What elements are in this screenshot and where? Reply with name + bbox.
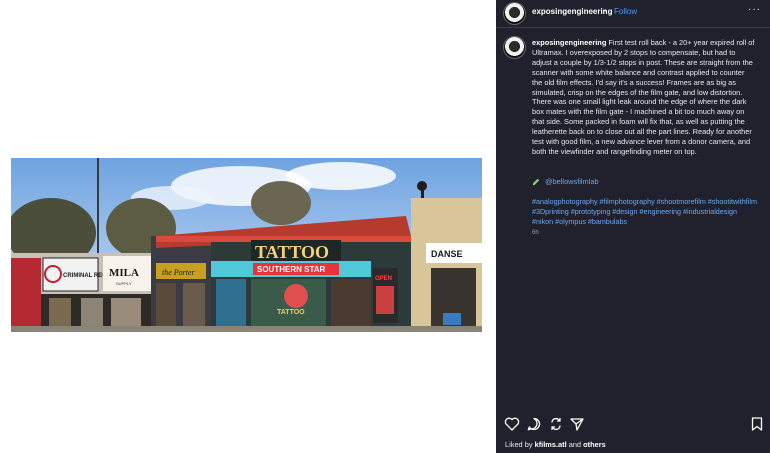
sign-porter: the Porter xyxy=(162,268,196,277)
sign-tattoo: TATTOO xyxy=(255,242,329,262)
post-header: exposingengineering • Follow ··· xyxy=(496,0,770,26)
sign-mila: MILA xyxy=(109,267,139,279)
bookmark-icon[interactable] xyxy=(749,416,765,432)
liked-user[interactable]: kfilms.atl xyxy=(535,440,567,449)
sign-tattoo-window: TATTOO xyxy=(277,309,305,316)
post-caption: exposingengineering First test roll back… xyxy=(532,38,756,157)
liked-prefix: Liked by xyxy=(505,440,533,449)
liked-others[interactable]: others xyxy=(583,440,606,449)
post-sidebar: exposingengineering • Follow ··· exposin… xyxy=(496,0,770,453)
caption-text: First test roll back - a 20+ year expire… xyxy=(532,38,755,156)
heart-icon[interactable] xyxy=(504,416,520,432)
liked-and: and xyxy=(568,440,582,449)
post-photo[interactable]: CRIMINAL RECORDS MILA SUPPLY the Porter … xyxy=(11,158,482,332)
repost-icon[interactable] xyxy=(548,416,564,432)
post-time: 6h xyxy=(532,230,539,236)
media-pane: CRIMINAL RECORDS MILA SUPPLY the Porter … xyxy=(0,0,496,453)
follow-button[interactable]: Follow xyxy=(614,7,637,16)
likes-summary: Liked by kfilms.atl and others xyxy=(505,440,606,449)
comment-icon[interactable] xyxy=(526,416,542,432)
header-username[interactable]: exposingengineering xyxy=(532,7,612,16)
header-separator: • xyxy=(604,6,607,15)
mention-row: @bellowsfilmlab xyxy=(532,177,599,186)
sign-open: OPEN xyxy=(375,276,392,282)
caption-avatar[interactable] xyxy=(503,36,526,59)
hashtags[interactable]: #analogphotography #filmphotography #sho… xyxy=(532,197,760,227)
caption-username[interactable]: exposingengineering xyxy=(532,38,606,47)
action-bar xyxy=(496,414,770,434)
pencil-icon xyxy=(532,178,540,186)
more-horizontal-icon[interactable]: ··· xyxy=(748,4,761,15)
header-divider xyxy=(496,27,770,28)
sign-danse: DANSE xyxy=(431,249,463,259)
share-icon[interactable] xyxy=(569,416,585,432)
mention-link[interactable]: @bellowsfilmlab xyxy=(545,177,599,186)
sign-mila-sub: SUPPLY xyxy=(116,281,132,286)
avatar[interactable] xyxy=(503,2,526,25)
sign-southern-star: SOUTHERN STAR xyxy=(257,265,326,274)
